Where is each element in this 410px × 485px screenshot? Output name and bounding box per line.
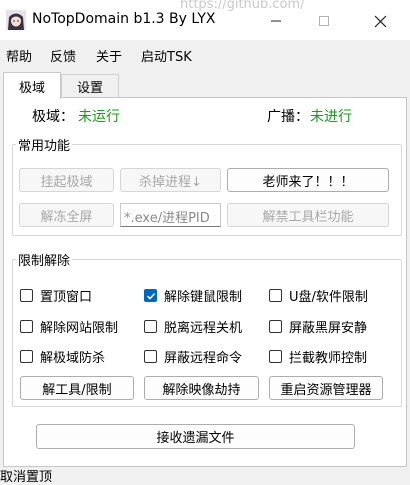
limit-removal-title: 限制解除 [16, 250, 73, 269]
checkbox-box[interactable] [269, 289, 282, 302]
footer-status: 取消置顶 [0, 470, 53, 485]
jiyu-status-label: 极域： [32, 109, 74, 125]
close-icon [374, 15, 386, 27]
menu-feedback[interactable]: 反馈 [50, 46, 76, 65]
close-button[interactable] [364, 8, 396, 34]
checkbox-label: 屏蔽黑屏安静 [289, 321, 368, 336]
checkbox-usb-software-limit[interactable]: U盘/软件限制 [269, 286, 368, 305]
window-title: NoTopDomain b1.3 By LYX [32, 11, 216, 27]
restart-explorer-button[interactable]: 重启资源管理器 [269, 376, 383, 400]
broadcast-status-label: 广播： [267, 109, 309, 125]
unlock-tools-button[interactable]: 解工具/限制 [20, 376, 134, 400]
checkbox-block-blackscreen[interactable]: 屏蔽黑屏安静 [269, 317, 367, 336]
suspend-jiyu-button[interactable]: 挂起极域 [19, 168, 114, 192]
checkbox-box[interactable] [269, 320, 282, 333]
menu-about[interactable]: 关于 [96, 46, 122, 65]
teacher-coming-button[interactable]: 老师来了！！！ [227, 168, 389, 192]
tab-panel: 极域： 未运行 广播： 未进行 常用功能 挂起极域 杀掉进程↓ 老师来了！！！ … [3, 97, 407, 467]
process-input[interactable]: *.exe/进程PID [120, 203, 221, 227]
checkbox-label: 解除键鼠限制 [164, 290, 243, 305]
checkbox-box[interactable] [20, 289, 33, 302]
checkbox-label: 置顶窗口 [40, 290, 93, 305]
checkbox-label: 解极域防杀 [40, 351, 106, 366]
checkbox-escape-remote-shutdown[interactable]: 脱离远程关机 [144, 317, 242, 336]
checkbox-unlock-keyboard-mouse[interactable]: 解除键鼠限制 [144, 286, 242, 305]
anime-avatar-icon [6, 10, 26, 30]
checkbox-label: U盘/软件限制 [289, 290, 368, 305]
jiyu-status-value: 未运行 [78, 109, 120, 125]
unlock-toolbar-button[interactable]: 解禁工具栏功能 [227, 203, 389, 227]
unfreeze-screen-button[interactable]: 解冻全屏 [19, 203, 114, 227]
menu-bar: 帮助 反馈 关于 启动TSK [0, 40, 410, 68]
receive-missing-files-button[interactable]: 接收遗漏文件 [36, 424, 355, 449]
checkbox-unlock-website[interactable]: 解除网站限制 [20, 317, 118, 336]
checkbox-box-checked[interactable] [144, 289, 157, 302]
title-bar[interactable]: https://github.com/ NoTopDomain b1.3 By … [0, 0, 410, 40]
minimize-button[interactable] [260, 8, 292, 34]
common-functions-title: 常用功能 [16, 135, 73, 154]
kill-process-button[interactable]: 杀掉进程↓ [120, 168, 221, 192]
checkmark-icon [146, 292, 155, 300]
maximize-icon [319, 16, 329, 26]
checkbox-box[interactable] [144, 320, 157, 333]
checkbox-label: 屏蔽远程命令 [164, 351, 243, 366]
tab-jiyu[interactable]: 极域 [3, 72, 61, 99]
checkbox-intercept-teacher-control[interactable]: 拦截教师控制 [269, 347, 367, 366]
checkbox-block-remote-command[interactable]: 屏蔽远程命令 [144, 347, 242, 366]
checkbox-box[interactable] [20, 320, 33, 333]
minimize-icon [271, 20, 281, 22]
checkbox-label: 解除网站限制 [40, 321, 119, 336]
checkbox-label: 脱离远程关机 [164, 321, 243, 336]
menu-help[interactable]: 帮助 [6, 46, 32, 65]
broadcast-status-value: 未进行 [310, 109, 352, 125]
checkbox-box[interactable] [20, 350, 33, 363]
tab-settings[interactable]: 设置 [61, 74, 119, 98]
menu-start-tsk[interactable]: 启动TSK [141, 46, 192, 65]
maximize-button[interactable] [308, 8, 340, 34]
checkbox-label: 拦截教师控制 [289, 351, 368, 366]
checkbox-jiyu-antikill[interactable]: 解极域防杀 [20, 347, 105, 366]
checkbox-topmost-window[interactable]: 置顶窗口 [20, 286, 92, 305]
checkbox-box[interactable] [144, 350, 157, 363]
checkbox-box[interactable] [269, 350, 282, 363]
remove-image-hijack-button[interactable]: 解除映像劫持 [144, 376, 259, 400]
